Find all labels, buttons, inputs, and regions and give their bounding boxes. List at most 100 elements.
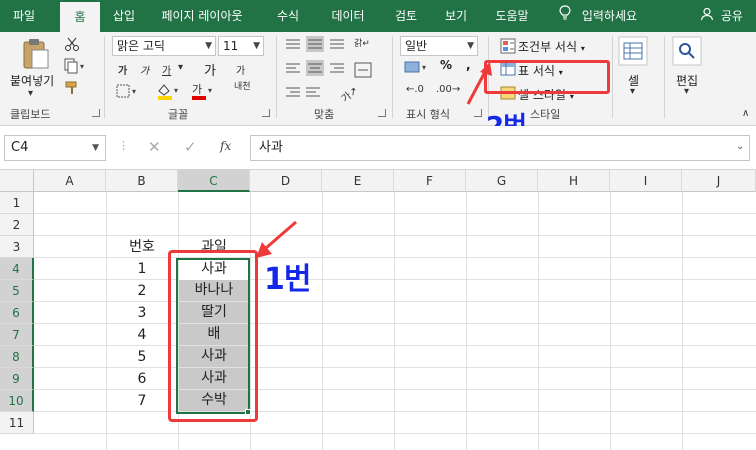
column-header-h[interactable]: H	[538, 170, 610, 192]
name-box-value: C4	[11, 140, 29, 155]
merge-center-icon[interactable]	[354, 62, 372, 81]
tell-me-label: 입력하세요	[581, 9, 638, 23]
grow-font-button[interactable]: 가	[204, 60, 216, 79]
number-format-value: 일반	[405, 39, 428, 53]
format-painter-icon[interactable]	[64, 80, 80, 99]
increase-decimal-button[interactable]: ←.0	[406, 84, 424, 95]
collapse-ribbon-icon[interactable]: ∧	[742, 108, 749, 119]
tab-help[interactable]: 도움말	[484, 0, 540, 32]
row-header-6[interactable]: 6	[0, 302, 34, 324]
chevron-down-icon[interactable]: ▾	[630, 86, 635, 97]
lightbulb-icon	[558, 1, 572, 33]
clipboard-group-label: 클립보드	[10, 108, 51, 121]
row-header-9[interactable]: 9	[0, 368, 34, 390]
column-header-c[interactable]: C	[178, 170, 250, 192]
row-header-4[interactable]: 4	[0, 258, 34, 280]
font-size-combo[interactable]: 11 ▼	[218, 36, 264, 56]
annotation-box-selection	[168, 250, 258, 422]
column-header-i[interactable]: I	[610, 170, 682, 192]
font-name-combo[interactable]: 맑은 고딕 ▼	[112, 36, 216, 56]
styles-group-label: 스타일	[530, 108, 561, 121]
cancel-icon[interactable]: ✕	[148, 138, 161, 156]
alignment-launcher[interactable]	[378, 109, 386, 117]
insert-function-icon[interactable]: fx	[220, 139, 231, 153]
tab-file[interactable]: 파일	[4, 0, 44, 32]
align-center-icon[interactable]	[284, 60, 356, 79]
clipboard-launcher[interactable]	[92, 109, 100, 117]
share-button[interactable]: 공유	[700, 0, 743, 32]
wrap-text-icon[interactable]: 갉↵	[354, 36, 370, 49]
number-launcher[interactable]	[474, 109, 482, 117]
tab-view[interactable]: 보기	[436, 0, 476, 32]
share-label: 공유	[720, 9, 743, 23]
tab-page-layout[interactable]: 페이지 레이아웃	[150, 0, 254, 32]
more-options-icon: ⋮	[118, 139, 129, 152]
column-header-b[interactable]: B	[106, 170, 178, 192]
row-header-3[interactable]: 3	[0, 236, 34, 258]
cells-icon[interactable]	[618, 36, 648, 69]
svg-text:가: 가	[192, 83, 202, 96]
worksheet-grid: A B C D E F G H I J 1 2 3 4 5 6 7 8 9 10…	[0, 170, 756, 450]
copy-icon[interactable]: ▾	[64, 58, 86, 77]
column-header-g[interactable]: G	[466, 170, 538, 192]
indent-icon[interactable]	[284, 84, 324, 103]
tab-formulas[interactable]: 수식	[266, 0, 310, 32]
column-header-a[interactable]: A	[34, 170, 106, 192]
cut-icon[interactable]	[64, 36, 80, 55]
row-header-2[interactable]: 2	[0, 214, 34, 236]
tab-review[interactable]: 검토	[384, 0, 428, 32]
tab-insert[interactable]: 삽입	[104, 0, 144, 32]
font-size-value: 11	[223, 39, 239, 53]
paste-button[interactable]: 붙여넣기	[10, 72, 54, 89]
svg-text:▾: ▾	[208, 86, 212, 95]
italic-button[interactable]: 가	[140, 62, 149, 77]
formula-input[interactable]: 사과	[250, 135, 750, 161]
paste-icon[interactable]	[22, 38, 50, 73]
percent-style-button[interactable]: %	[440, 58, 452, 72]
fill-color-icon[interactable]: ▾	[156, 82, 182, 103]
border-icon[interactable]: ▾	[116, 84, 140, 101]
select-all-corner[interactable]	[0, 170, 34, 192]
chevron-down-icon[interactable]: ▾	[684, 86, 689, 97]
name-box[interactable]: C4 ▼	[4, 135, 106, 161]
column-header-j[interactable]: J	[682, 170, 756, 192]
tab-data[interactable]: 데이터	[320, 0, 376, 32]
ribbon-tab-bar: 파일 홈 삽입 페이지 레이아웃 수식 데이터 검토 보기 도움말 입력하세요 …	[0, 0, 756, 32]
svg-text:▾: ▾	[422, 63, 426, 72]
row-header-7[interactable]: 7	[0, 324, 34, 346]
expand-formula-bar-icon[interactable]: ⌄	[736, 141, 744, 152]
row-header-11[interactable]: 11	[0, 412, 34, 434]
paste-dropdown-icon[interactable]: ▾	[28, 88, 33, 99]
underline-dropdown-icon[interactable]: ▾	[178, 62, 183, 73]
group-separator	[664, 36, 665, 118]
phonetic-guide-button[interactable]: 내천	[234, 82, 254, 92]
tell-me-search[interactable]: 입력하세요	[558, 0, 637, 32]
chevron-down-icon: ▼	[205, 41, 212, 51]
column-header-f[interactable]: F	[394, 170, 466, 192]
shrink-font-button[interactable]: 가	[236, 62, 245, 77]
column-header-e[interactable]: E	[322, 170, 394, 192]
underline-button[interactable]: 가	[162, 62, 171, 77]
font-launcher[interactable]	[262, 109, 270, 117]
row-header-5[interactable]: 5	[0, 280, 34, 302]
ribbon-home: 붙여넣기 ▾ ▾ 클립보드 맑은 고딕 ▼ 11 ▼ 가 가 가 ▾ 가 가 ▾…	[0, 32, 756, 142]
tab-home[interactable]: 홈	[60, 2, 100, 32]
orientation-icon[interactable]: 가↗	[337, 82, 361, 105]
row-header-8[interactable]: 8	[0, 346, 34, 368]
conditional-formatting-button[interactable]: 조건부 서식 ▾	[518, 38, 585, 55]
accounting-format-icon[interactable]: ▾	[404, 60, 434, 77]
annotation-label-1: 1번	[264, 262, 311, 297]
decrease-decimal-button[interactable]: .00→	[436, 84, 460, 95]
font-color-icon[interactable]: 가 ▾	[190, 82, 216, 103]
row-header-1[interactable]: 1	[0, 192, 34, 214]
bold-button[interactable]: 가	[118, 62, 127, 77]
enter-check-icon[interactable]: ✓	[184, 138, 197, 156]
column-header-d[interactable]: D	[250, 170, 322, 192]
conditional-formatting-icon[interactable]	[500, 38, 516, 57]
align-top-icon[interactable]	[284, 36, 356, 55]
formula-input-value: 사과	[259, 140, 283, 155]
gridline	[34, 433, 756, 434]
number-format-combo[interactable]: 일반 ▼	[400, 36, 478, 56]
row-header-10[interactable]: 10	[0, 390, 34, 412]
search-icon[interactable]	[672, 36, 702, 69]
